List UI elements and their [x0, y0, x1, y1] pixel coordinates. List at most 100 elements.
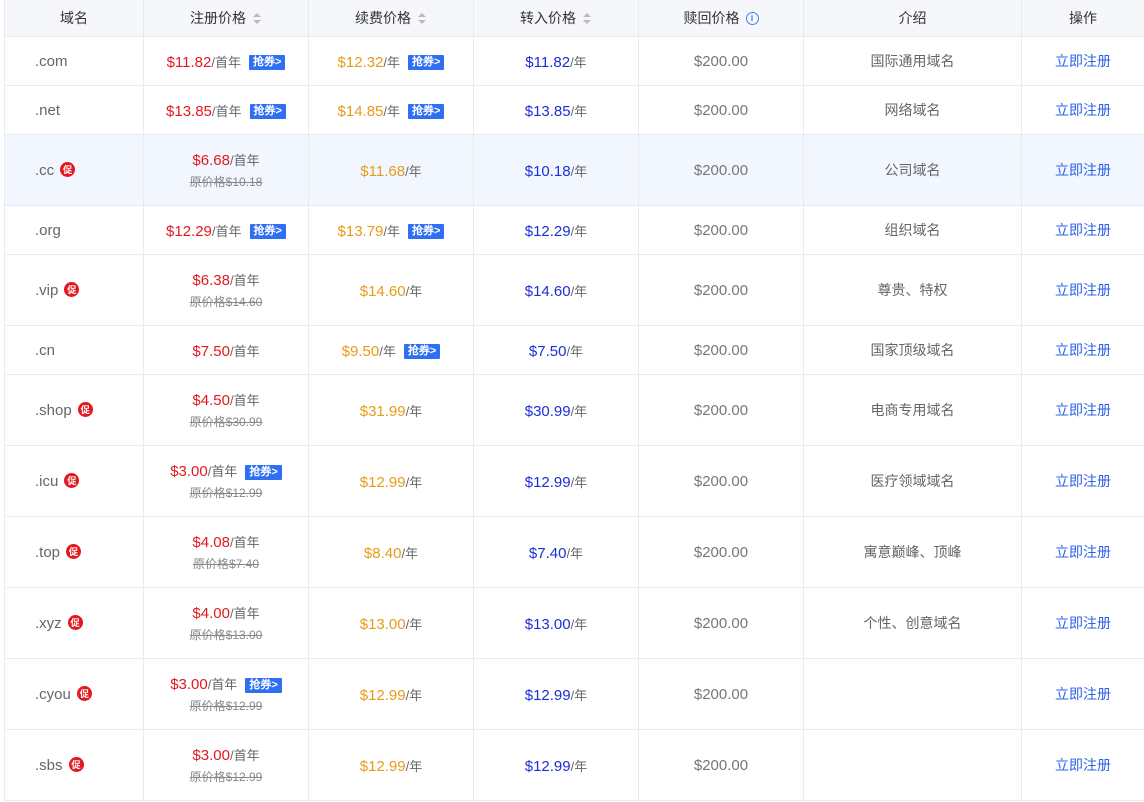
header-transfer-price[interactable]: 转入价格 — [473, 0, 639, 37]
coupon-button[interactable]: 抢券> — [249, 224, 286, 240]
sort-icon[interactable] — [252, 12, 262, 25]
domain-name: .net — [35, 101, 61, 119]
per-year-unit: /年 — [379, 343, 396, 359]
redeem-price: $200.00 — [693, 543, 749, 561]
domain-cell: .vip 促 — [4, 254, 144, 326]
redeem-price-cell: $200.00 — [638, 516, 804, 588]
domain-cell: .com — [4, 36, 144, 86]
per-year-unit: /年 — [570, 54, 587, 70]
register-now-link[interactable]: 立即注册 — [1055, 402, 1111, 418]
table-header: 域名 注册价格 续费价格 转入价格 赎回价格 i 介绍 操作 — [4, 0, 1144, 37]
coupon-button[interactable]: 抢券> — [249, 104, 286, 120]
register-price-line: $4.08/首年 — [144, 532, 308, 551]
register-price-line: $13.85/首年 抢券> — [144, 101, 308, 120]
table-row: .org $12.29/首年 抢券> $13.79/年 抢券> $12.29/年 $200.… — [4, 205, 1144, 255]
transfer-price-cell: $12.99/年 — [473, 445, 639, 517]
domain-price-table: 域名 注册价格 续费价格 转入价格 赎回价格 i 介绍 操作 .com $11.82… — [4, 0, 1144, 801]
original-price: 原价格$10.18 — [189, 175, 263, 189]
domain-cell: .cn — [4, 325, 144, 375]
domain-cell: .icu 促 — [4, 445, 144, 517]
redeem-price: $200.00 — [693, 221, 749, 239]
register-now-link[interactable]: 立即注册 — [1055, 757, 1111, 773]
transfer-price-cell: $30.99/年 — [473, 374, 639, 446]
transfer-price-cell: $12.99/年 — [473, 729, 639, 801]
register-price-cell: $6.68/首年原价格$10.18 — [143, 134, 309, 206]
coupon-button[interactable]: 抢券> — [408, 55, 445, 71]
register-now-link[interactable]: 立即注册 — [1055, 686, 1111, 702]
transfer-price: $11.82 — [525, 53, 571, 71]
register-now-link[interactable]: 立即注册 — [1055, 282, 1111, 298]
renew-price-cell: $12.99/年 — [308, 445, 474, 517]
coupon-button[interactable]: 抢券> — [248, 55, 286, 71]
intro-cell: 网络域名 — [803, 85, 1022, 135]
per-year-unit: /年 — [383, 103, 401, 119]
promo-badge-icon: 促 — [76, 685, 92, 701]
redeem-price: $200.00 — [693, 756, 749, 774]
per-year-unit: /年 — [570, 223, 588, 239]
intro-cell: 国际通用域名 — [803, 36, 1022, 86]
register-now-link[interactable]: 立即注册 — [1055, 544, 1111, 560]
promo-badge-icon: 促 — [68, 756, 84, 772]
register-price-cell: $4.50/首年 原价格$30.99 — [143, 374, 309, 446]
promo-badge-icon: 促 — [66, 543, 82, 559]
register-price-cell: $3.00/首年 原价格$12.99 — [143, 729, 309, 801]
domain-cell: .sbs 促 — [4, 729, 144, 801]
intro-text: 个性、创意域名 — [863, 615, 962, 631]
header-renew-price[interactable]: 续费价格 — [308, 0, 474, 37]
register-price: $6.68 — [192, 152, 230, 169]
sort-icon[interactable] — [417, 12, 427, 25]
per-year-unit: /年 — [383, 54, 401, 70]
register-now-link[interactable]: 立即注册 — [1055, 53, 1111, 69]
domain-name: .cn — [35, 341, 56, 359]
intro-text: 网络域名 — [884, 102, 941, 118]
register-now-link[interactable]: 立即注册 — [1055, 162, 1111, 178]
transfer-price-cell: $7.50/年 — [473, 325, 639, 375]
table-row: .sbs 促 $3.00/首年 原价格$12.99 $12.99/年 $12.99/年 $2… — [4, 729, 1144, 801]
register-now-link[interactable]: 立即注册 — [1055, 473, 1111, 489]
intro-cell: 公司域名 — [803, 134, 1022, 206]
promo-badge-icon: 促 — [64, 281, 80, 297]
transfer-price-cell: $11.82/年 — [473, 36, 639, 86]
register-now-link[interactable]: 立即注册 — [1055, 342, 1111, 358]
coupon-button[interactable]: 抢券> — [403, 344, 441, 360]
intro-cell: 个性、创意域名 — [803, 587, 1022, 659]
domain-name: .com — [35, 52, 68, 70]
register-price-line: $3.00/首年 — [144, 745, 308, 764]
register-now-link[interactable]: 立即注册 — [1055, 102, 1111, 118]
renew-price-cell: $12.99/年 — [308, 729, 474, 801]
header-intro: 介绍 — [803, 0, 1022, 37]
register-price-cell: $3.00/首年 抢券> 原价格$12.99 — [143, 445, 309, 517]
renew-price-cell: $12.99/年 — [308, 658, 474, 730]
per-year-unit: /年 — [570, 403, 588, 419]
redeem-price-cell: $200.00 — [638, 134, 804, 206]
renew-price-cell: $31.99/年 — [308, 374, 474, 446]
first-year-unit: /首年 — [211, 223, 242, 239]
redeem-price-cell: $200.00 — [638, 374, 804, 446]
register-price-cell: $4.08/首年 原价格$7.40 — [143, 516, 309, 588]
intro-cell: 组织域名 — [803, 205, 1022, 255]
per-year-unit: /年 — [383, 223, 401, 239]
register-price-line: $6.68/首年 — [144, 150, 308, 169]
register-price-line: $3.00/首年 抢券> — [144, 674, 308, 693]
renew-price-cell: $9.50/年 抢券> — [308, 325, 474, 375]
coupon-button[interactable]: 抢券> — [408, 224, 445, 240]
domain-cell: .shop 促 — [4, 374, 144, 446]
coupon-button[interactable]: 抢券> — [245, 464, 282, 480]
first-year-unit: /首年 — [211, 54, 241, 70]
first-year-unit: /首年 — [229, 606, 260, 621]
header-register-price[interactable]: 注册价格 — [143, 0, 309, 37]
register-now-link[interactable]: 立即注册 — [1055, 222, 1111, 238]
coupon-button[interactable]: 抢券> — [408, 104, 445, 120]
info-icon[interactable]: i — [745, 12, 759, 26]
sort-icon[interactable] — [582, 12, 592, 25]
register-now-link[interactable]: 立即注册 — [1055, 615, 1111, 631]
action-cell: 立即注册 — [1021, 729, 1144, 801]
coupon-button[interactable]: 抢券> — [245, 677, 282, 693]
transfer-price-cell: $13.00/年 — [473, 587, 639, 659]
register-price: $3.00 — [192, 747, 230, 764]
header-domain: 域名 — [4, 0, 144, 37]
promo-badge-icon: 促 — [67, 614, 83, 630]
renew-price: $13.00 — [359, 615, 406, 633]
table-row: .cc 促 $6.68/首年 原价格$10.18 $11.68/年 $10.18/年 $20… — [4, 134, 1144, 206]
action-cell: 立即注册 — [1021, 205, 1144, 255]
